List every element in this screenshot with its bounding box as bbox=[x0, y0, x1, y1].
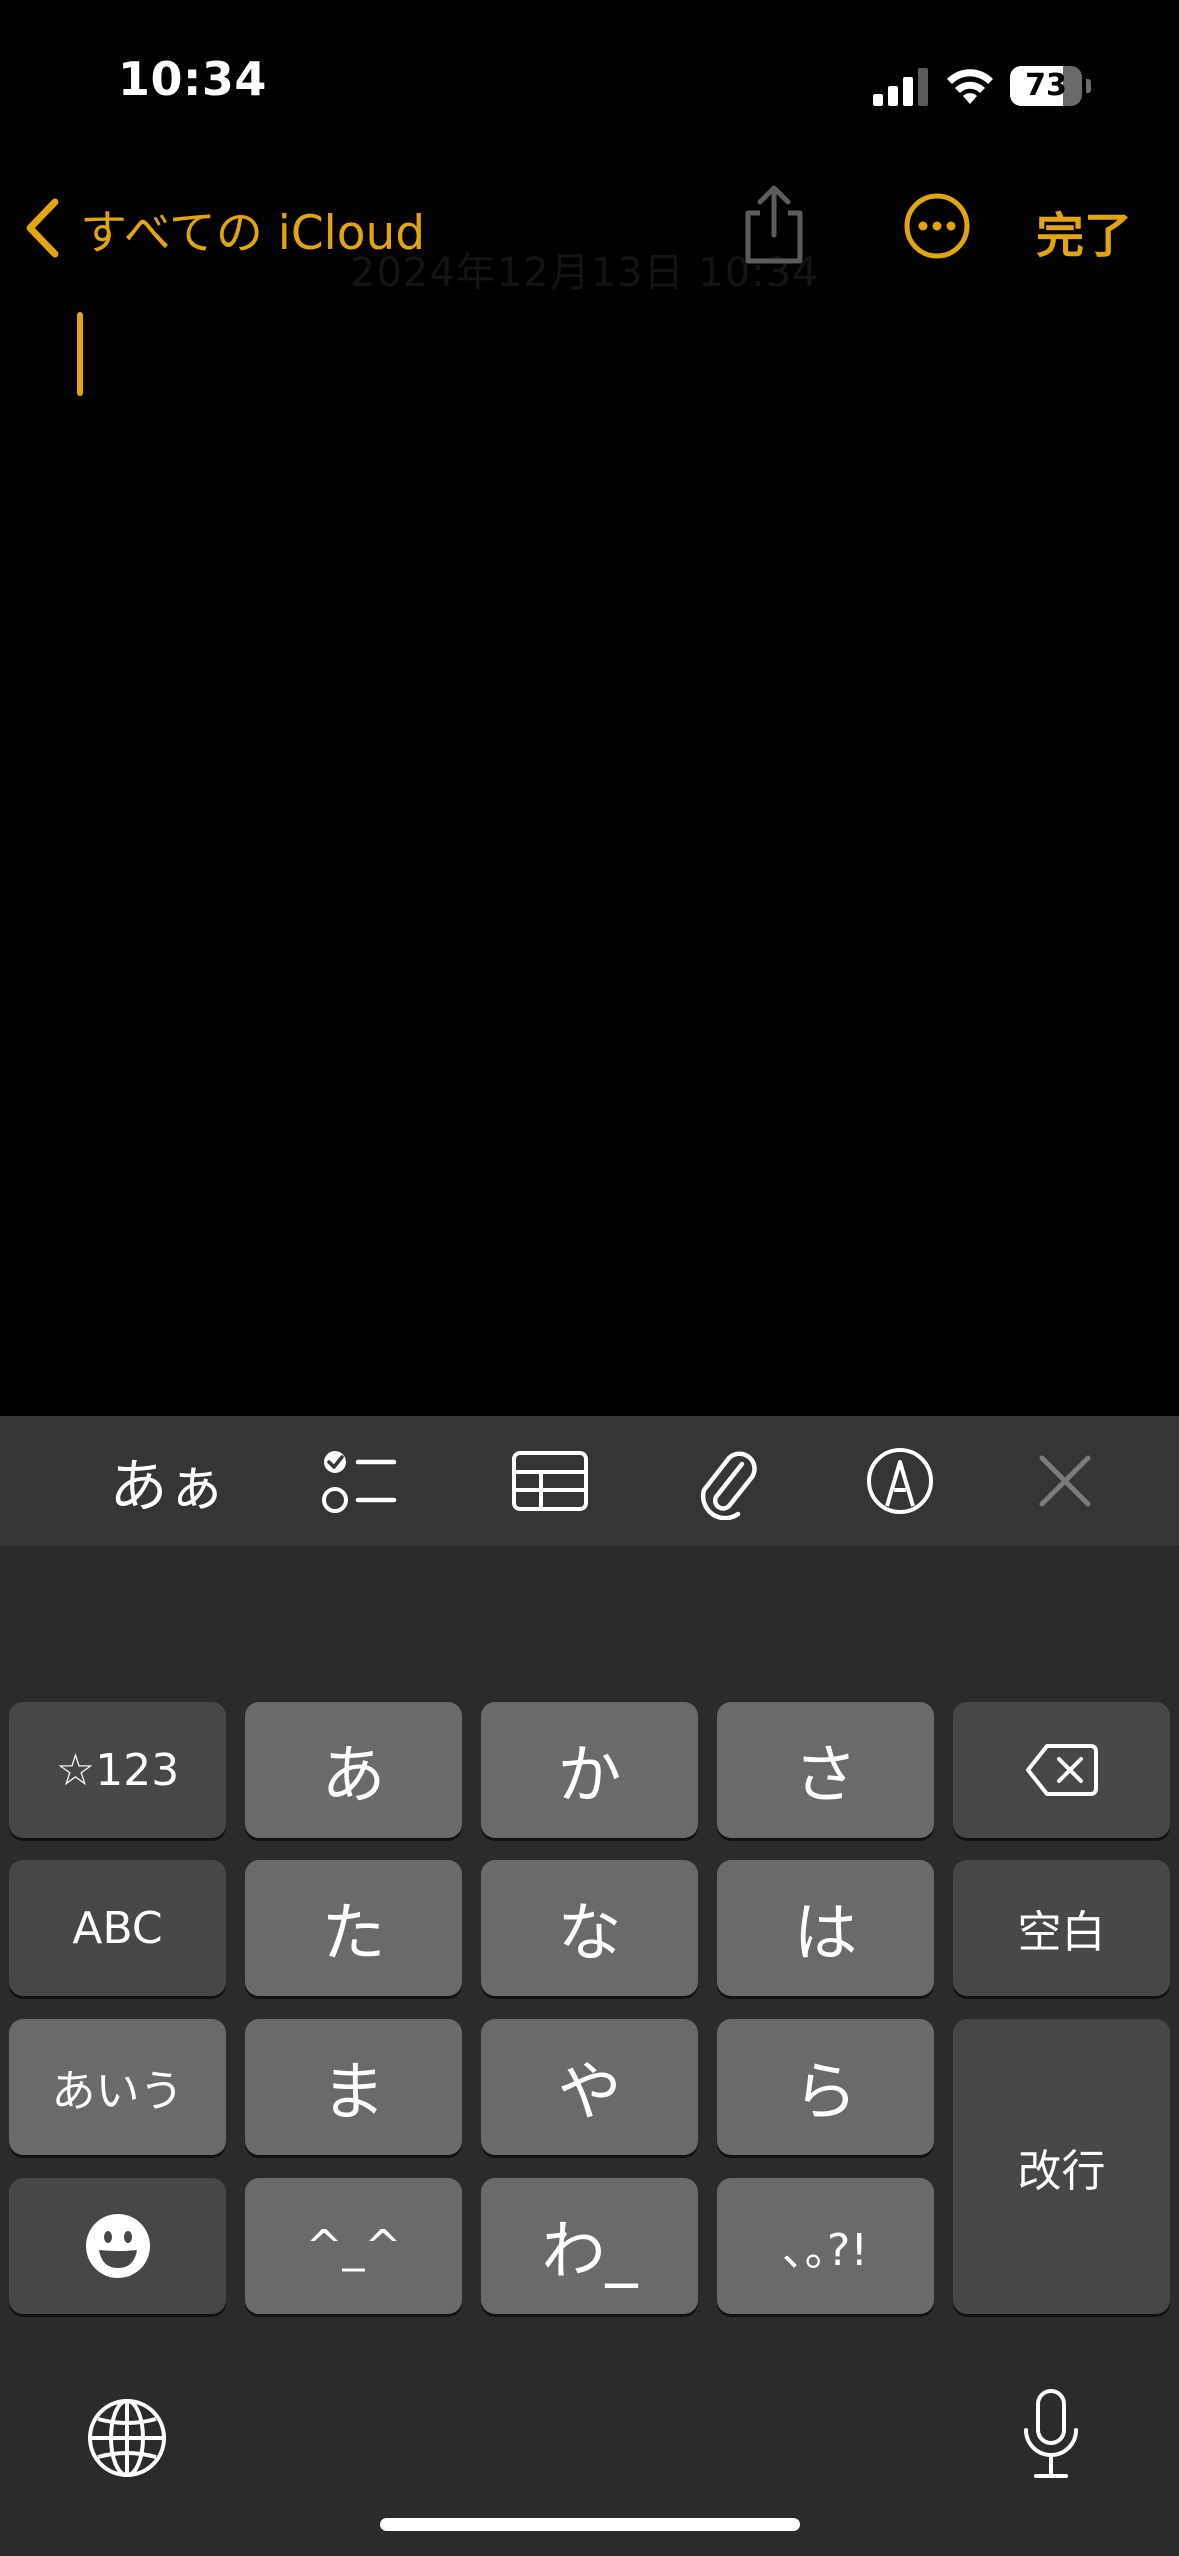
checklist-button[interactable] bbox=[310, 1416, 410, 1546]
home-indicator[interactable] bbox=[380, 2518, 800, 2531]
key-ha[interactable]: は bbox=[717, 1860, 934, 1996]
battery-level: 73 bbox=[1025, 68, 1067, 103]
return-key[interactable]: 改行 bbox=[953, 2019, 1170, 2314]
emoji-face-icon bbox=[85, 2214, 150, 2278]
delete-key[interactable] bbox=[953, 1702, 1170, 1838]
more-options-icon[interactable] bbox=[903, 192, 971, 260]
key-sa[interactable]: さ bbox=[717, 1702, 934, 1838]
status-time: 10:34 bbox=[118, 52, 267, 106]
table-button[interactable] bbox=[500, 1416, 600, 1546]
key-abc[interactable]: ABC bbox=[9, 1860, 226, 1996]
share-icon[interactable] bbox=[738, 183, 810, 265]
text-cursor[interactable] bbox=[77, 312, 83, 396]
paperclip-icon bbox=[700, 1451, 757, 1520]
globe-icon[interactable] bbox=[86, 2397, 168, 2479]
key-ya[interactable]: や bbox=[481, 2019, 698, 2155]
checklist-icon bbox=[322, 1451, 397, 1513]
formatting-toolbar: あぁ bbox=[0, 1416, 1179, 1546]
key-na[interactable]: な bbox=[481, 1860, 698, 1996]
key-ra[interactable]: ら bbox=[717, 2019, 934, 2155]
key-ta[interactable]: た bbox=[245, 1860, 462, 1996]
key-punctuation[interactable]: ､｡?! bbox=[717, 2178, 934, 2314]
table-icon bbox=[512, 1451, 588, 1511]
key-ka[interactable]: か bbox=[481, 1702, 698, 1838]
cellular-signal-icon bbox=[873, 68, 928, 106]
microphone-icon[interactable] bbox=[1018, 2388, 1084, 2482]
key-wa[interactable]: わ_ bbox=[481, 2178, 698, 2314]
delete-backspace-icon bbox=[1025, 1744, 1098, 1796]
battery-indicator: 73 bbox=[1010, 66, 1092, 106]
japanese-kana-keyboard: ☆123 あ か さ ABC た な は 空白 あいう ま や ら 改行 ^_^… bbox=[0, 1546, 1179, 2556]
back-button[interactable]: すべての iCloud bbox=[22, 188, 425, 268]
close-keyboard-button[interactable] bbox=[1015, 1416, 1115, 1546]
attachment-button[interactable] bbox=[678, 1416, 778, 1546]
key-aiu[interactable]: あいう bbox=[9, 2019, 226, 2155]
done-button[interactable]: 完了 bbox=[1036, 196, 1132, 266]
text-format-button[interactable]: あぁ bbox=[100, 1416, 235, 1546]
key-symbols[interactable]: ☆123 bbox=[9, 1702, 226, 1838]
back-button-label: すべての iCloud bbox=[80, 205, 426, 261]
key-a[interactable]: あ bbox=[245, 1702, 462, 1838]
space-key[interactable]: 空白 bbox=[953, 1860, 1170, 1996]
chevron-left-icon bbox=[26, 198, 59, 258]
key-ma[interactable]: ま bbox=[245, 2019, 462, 2155]
markup-button[interactable] bbox=[850, 1416, 950, 1546]
close-icon bbox=[1039, 1455, 1091, 1507]
key-kaomoji[interactable]: ^_^ bbox=[245, 2178, 462, 2314]
wifi-icon bbox=[947, 69, 993, 104]
emoji-key[interactable] bbox=[9, 2178, 226, 2314]
pen-tip-icon bbox=[867, 1448, 933, 1514]
text-format-label: あぁ bbox=[109, 1452, 226, 1520]
